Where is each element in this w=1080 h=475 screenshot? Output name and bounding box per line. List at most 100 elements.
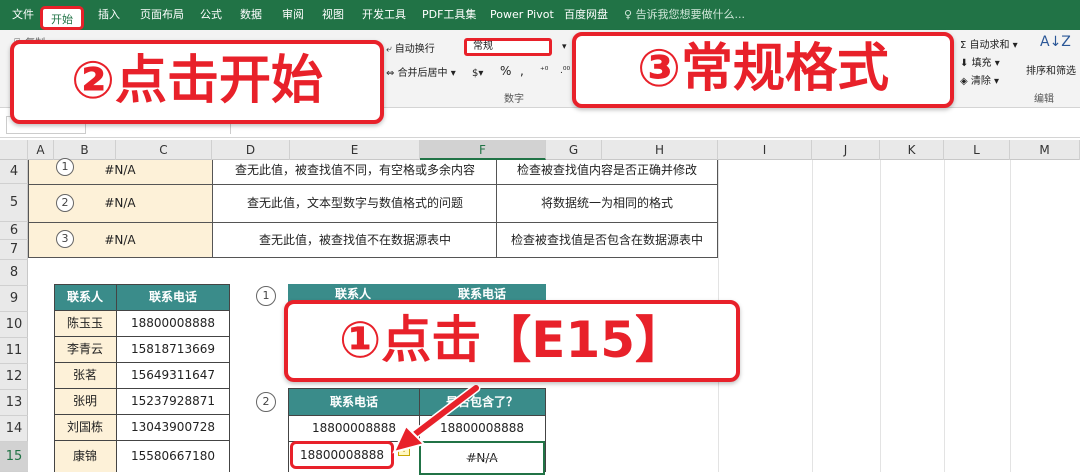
sort-filter-button[interactable]: 排序和筛选: [1026, 62, 1076, 77]
tab-data[interactable]: 数据: [240, 0, 262, 30]
tab-file[interactable]: 文件: [12, 0, 34, 30]
row-header[interactable]: 11: [0, 338, 28, 364]
row-header[interactable]: 10: [0, 312, 28, 338]
callout-step3: ③常规格式: [572, 32, 954, 108]
contact-name-cell[interactable]: 陈玉玉: [54, 310, 116, 336]
contact-name-cell[interactable]: 张明: [54, 388, 116, 414]
column-header[interactable]: A: [28, 140, 54, 160]
column-header[interactable]: D: [212, 140, 290, 160]
row-header[interactable]: 12: [0, 364, 28, 390]
callout-step2: ②点击开始: [10, 40, 384, 124]
column-header[interactable]: C: [116, 140, 212, 160]
tab-formulas[interactable]: 公式: [200, 0, 222, 30]
contact-phone-cell[interactable]: 13043900728: [116, 414, 230, 440]
row-header[interactable]: 4: [0, 160, 28, 184]
fill-down-icon: ⬇: [960, 58, 972, 69]
column-header[interactable]: B: [54, 140, 116, 160]
column-header[interactable]: G: [546, 140, 602, 160]
tab-developer[interactable]: 开发工具: [362, 0, 406, 30]
lookup2-cell-e15[interactable]: 18800008888: [293, 444, 391, 466]
step-number-badge: 1: [56, 158, 74, 176]
autosum-button[interactable]: Σ 自动求和 ▾: [960, 36, 1018, 51]
contact-phone-cell[interactable]: 18800008888: [116, 310, 230, 336]
contact-name-cell[interactable]: 刘国栋: [54, 414, 116, 440]
ribbon-tab-bar: 文件 开始 插入 页面布局 公式 数据 审阅 视图 开发工具 PDF工具集 Po…: [0, 0, 1080, 30]
sort-filter-icon[interactable]: A↓Z: [1040, 34, 1071, 50]
wrap-text-button[interactable]: ⤶ 自动换行: [386, 40, 435, 55]
error-code[interactable]: #N/A: [100, 222, 140, 258]
column-header[interactable]: I: [718, 140, 812, 160]
row-header[interactable]: 15: [0, 442, 28, 472]
row-headers: 4 5 6 7 8 9 10 11 12 13 14 15: [0, 160, 28, 472]
error-fix[interactable]: 检查被查找值内容是否正确并修改: [498, 160, 716, 180]
comma-button[interactable]: ,: [520, 64, 524, 78]
chevron-down-icon: ▾: [447, 68, 456, 79]
tab-home[interactable]: 开始: [40, 6, 84, 30]
number-format-combo[interactable]: 常规: [464, 38, 552, 56]
select-all-corner[interactable]: [0, 140, 28, 160]
column-headers: A B C D E F G H I J K L M: [0, 140, 1080, 160]
callout-step1: ①点击【E15】: [284, 300, 740, 382]
merge-center-button[interactable]: ⇔ 合并后居中 ▾: [386, 64, 456, 79]
row-header[interactable]: 6: [0, 222, 28, 240]
column-header[interactable]: J: [812, 140, 880, 160]
row-header[interactable]: 14: [0, 416, 28, 442]
error-code[interactable]: #N/A: [100, 160, 140, 180]
section-number-badge: 2: [256, 392, 276, 412]
column-header[interactable]: K: [880, 140, 944, 160]
chevron-down-icon: ▾: [991, 58, 1000, 69]
contacts-header-name[interactable]: 联系人: [54, 284, 116, 310]
sigma-icon: Σ: [960, 40, 970, 51]
contact-name-cell[interactable]: 李青云: [54, 336, 116, 362]
red-arrow-icon: [392, 383, 481, 454]
error-cause[interactable]: 查无此值，文本型数字与数值格式的问题: [214, 184, 496, 222]
contact-name-cell[interactable]: 康锦: [54, 440, 116, 472]
step-number-badge: 3: [56, 230, 74, 248]
contacts-header-phone[interactable]: 联系电话: [116, 284, 230, 310]
eraser-icon: ◈: [960, 76, 971, 87]
contact-phone-cell[interactable]: 15818713669: [116, 336, 230, 362]
tab-power-pivot[interactable]: Power Pivot: [490, 0, 554, 30]
row-header[interactable]: 13: [0, 390, 28, 416]
column-header[interactable]: E: [290, 140, 420, 160]
column-header[interactable]: H: [602, 140, 718, 160]
percent-button[interactable]: %: [500, 64, 511, 78]
error-cause[interactable]: 查无此值，被查找值不同，有空格或多余内容: [214, 160, 496, 180]
wrap-text-icon: ⤶: [386, 44, 395, 55]
row-header[interactable]: 8: [0, 260, 28, 286]
tell-me-search[interactable]: ♀ 告诉我您想要做什么...: [624, 0, 745, 30]
increase-decimal-button[interactable]: ⁺⁰: [540, 66, 548, 76]
chevron-down-icon: ▾: [1009, 40, 1018, 51]
error-fix[interactable]: 将数据统一为相同的格式: [498, 184, 716, 222]
tab-baidu-netdisk[interactable]: 百度网盘: [564, 0, 608, 30]
edit-group-label: 编辑: [1034, 94, 1054, 105]
row-header[interactable]: 5: [0, 184, 28, 222]
contact-phone-cell[interactable]: 15649311647: [116, 362, 230, 388]
clear-button[interactable]: ◈ 清除 ▾: [960, 72, 999, 87]
contact-phone-cell[interactable]: 15580667180: [116, 440, 230, 472]
tab-page-layout[interactable]: 页面布局: [140, 0, 184, 30]
number-group-label: 数字: [504, 94, 524, 105]
chevron-down-icon[interactable]: ▾: [562, 42, 567, 52]
merge-icon: ⇔: [386, 68, 398, 79]
tab-insert[interactable]: 插入: [98, 0, 120, 30]
tab-review[interactable]: 审阅: [282, 0, 304, 30]
row-header[interactable]: 9: [0, 286, 28, 312]
error-cause[interactable]: 查无此值，被查找值不在数据源表中: [214, 222, 496, 258]
row-header[interactable]: 7: [0, 240, 28, 260]
tab-pdf-tools[interactable]: PDF工具集: [422, 0, 476, 30]
fill-button[interactable]: ⬇ 填充 ▾: [960, 54, 1000, 69]
column-header[interactable]: F: [420, 140, 546, 160]
column-header[interactable]: M: [1010, 140, 1080, 160]
decrease-decimal-button[interactable]: .⁰⁰: [560, 66, 570, 76]
contact-name-cell[interactable]: 张茗: [54, 362, 116, 388]
error-fix[interactable]: 检查被查找值是否包含在数据源表中: [498, 222, 716, 258]
column-header[interactable]: L: [944, 140, 1010, 160]
tab-view[interactable]: 视图: [322, 0, 344, 30]
currency-format-button[interactable]: $▾: [472, 68, 483, 79]
error-code[interactable]: #N/A: [100, 184, 140, 222]
cell-e15-highlight[interactable]: 18800008888: [290, 441, 394, 469]
step-number-badge: 2: [56, 194, 74, 212]
section-number-badge: 1: [256, 286, 276, 306]
contact-phone-cell[interactable]: 15237928871: [116, 388, 230, 414]
